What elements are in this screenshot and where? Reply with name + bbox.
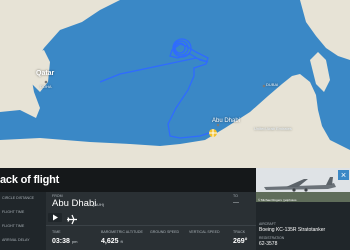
- play-icon: [53, 214, 58, 221]
- aircraft-panel: © Michael Rogers | jetphotos × AIRCRAFT …: [256, 168, 350, 250]
- city-dot-doha: [44, 80, 48, 84]
- country-label-qatar: Qatar: [36, 70, 55, 77]
- city-dot-dubai: [262, 84, 266, 88]
- vertical-speed-header: VERTICAL SPEED: [189, 230, 220, 234]
- stats-column: CIRCLE DISTANCE FLIGHT TIME FLIGHT TIME …: [0, 192, 46, 250]
- track-value: 269°: [233, 238, 248, 245]
- panel-title-bar: ack of flight: [0, 168, 256, 192]
- flight-track[interactable]: [99, 43, 213, 139]
- divider: [46, 225, 256, 226]
- close-icon: ×: [340, 170, 347, 180]
- altitude-value-unit: ft: [120, 239, 123, 244]
- land-uae: [0, 74, 350, 168]
- stat-label: CIRCLE DISTANCE: [2, 196, 35, 200]
- to-header: TO: [233, 194, 238, 198]
- island: [176, 150, 184, 154]
- island: [195, 146, 205, 150]
- map-view[interactable]: Qatar DOHA Abu Dhabi DUBAI United Arab E…: [0, 0, 350, 168]
- map-canvas[interactable]: [0, 0, 350, 168]
- aircraft-marker-icon[interactable]: [209, 129, 217, 137]
- island: [127, 148, 133, 152]
- time-value-unit: pm: [71, 239, 78, 244]
- aircraft-photo-image: [256, 168, 350, 202]
- aircraft-value: Boeing KC-135R Stratotanker: [259, 227, 326, 233]
- flight-tracker: Qatar DOHA Abu Dhabi DUBAI United Arab E…: [0, 0, 350, 250]
- registration-label: REGISTRATION: [259, 236, 285, 240]
- close-button[interactable]: ×: [338, 170, 349, 180]
- ground-speed-header: GROUND SPEED: [150, 230, 180, 234]
- land-west: [0, 0, 120, 118]
- time-header: TIME: [52, 230, 61, 234]
- altitude-value: 4,625 ft: [101, 238, 123, 246]
- stat-label: FLIGHT TIME: [2, 210, 25, 214]
- time-value-number: 03:38: [52, 238, 70, 245]
- from-city[interactable]: Abu Dhabi: [52, 198, 96, 209]
- island: [144, 146, 156, 150]
- from-airport-code: (AUH): [93, 202, 105, 207]
- country-label-uae: United Arab Emirates: [254, 126, 292, 131]
- time-value: 03:38 pm: [52, 238, 77, 246]
- altitude-value-number: 4,625: [101, 238, 119, 245]
- track-header: TRACK: [233, 230, 246, 234]
- photo-caption: © Michael Rogers | jetphotos: [258, 198, 297, 202]
- flight-info-panel: FROM TO Abu Dhabi (AUH) — TIME BAROMETRI…: [46, 192, 256, 250]
- land-musandam: [310, 52, 330, 92]
- city-label-doha: DOHA: [40, 84, 52, 89]
- land-iran: [300, 0, 350, 60]
- altitude-header: BAROMETRIC ALTITUDE: [101, 230, 143, 234]
- city-label-dubai: DUBAI: [266, 82, 279, 87]
- aircraft-photo[interactable]: [256, 168, 350, 202]
- island: [85, 144, 95, 148]
- stat-label: FLIGHT TIME: [2, 224, 25, 228]
- plane-icon: [66, 212, 78, 230]
- page-title: ack of flight: [0, 174, 60, 186]
- registration-value: 62-3578: [259, 241, 278, 247]
- city-label-abu-dhabi: Abu Dhabi: [212, 118, 241, 124]
- play-button[interactable]: [48, 213, 62, 222]
- aircraft-label: AIRCRAFT: [259, 222, 276, 226]
- to-city: —: [233, 200, 239, 206]
- stat-label: ARRIVAL DELAY: [2, 238, 30, 242]
